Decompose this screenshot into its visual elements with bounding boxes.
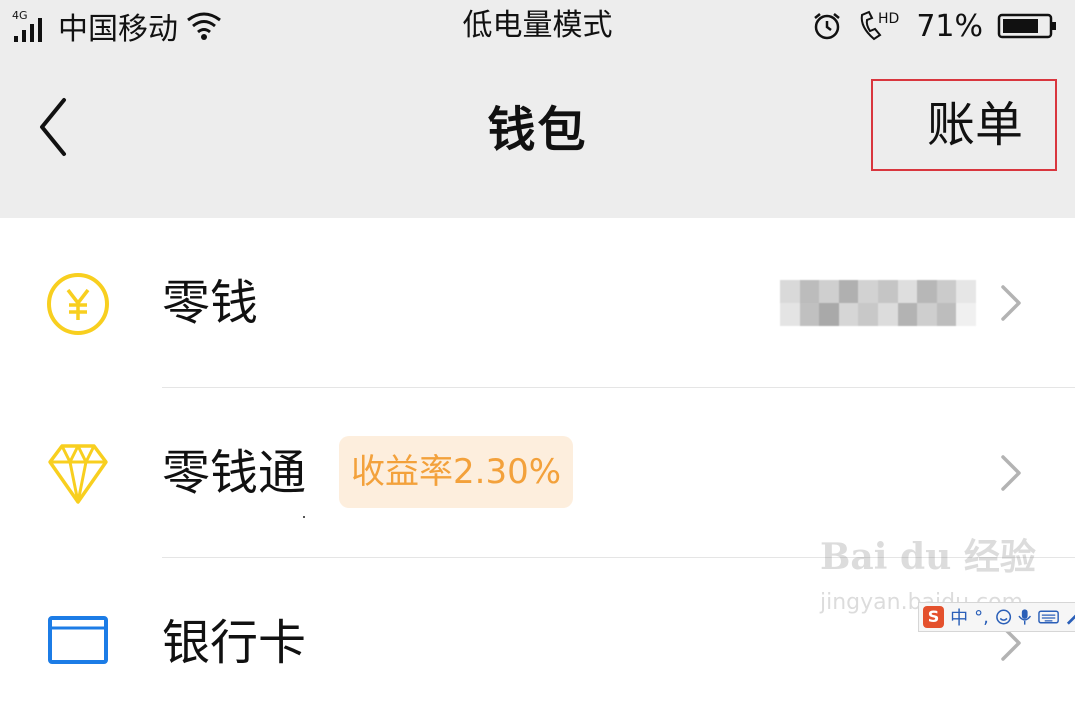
list-item-change[interactable]: 零钱: [0, 218, 1075, 518]
battery-percent: 71%: [916, 8, 983, 44]
ime-toolbar[interactable]: S 中 °,: [918, 602, 1075, 632]
watermark-main: Bai du 经验: [820, 536, 1036, 578]
bank-card-icon: [48, 616, 108, 664]
list-item-label: 零钱: [162, 275, 259, 331]
nav-bar: 钱包 账单: [0, 52, 1075, 218]
sogou-logo-icon: S: [923, 606, 945, 628]
status-right: HD 71%: [812, 0, 1057, 52]
status-bar: 4G 中国移动 低电量模式 HD 71%: [0, 0, 1075, 52]
baidu-watermark: Bai du 经验 jingyan.baidu.com: [820, 528, 1036, 615]
skin-icon[interactable]: [1065, 609, 1075, 625]
bill-button[interactable]: 账单: [871, 79, 1057, 171]
microphone-icon[interactable]: [1018, 608, 1032, 626]
yield-badge: 收益率2.30%: [339, 436, 574, 508]
list-item-bank-card[interactable]: 银行卡: [0, 558, 1075, 728]
ime-punct[interactable]: °,: [974, 607, 989, 628]
yuan-coin-icon: [47, 273, 109, 335]
chevron-right-icon: [1001, 455, 1021, 491]
list-item-label: 零钱通: [162, 445, 307, 501]
ime-lang[interactable]: 中: [950, 604, 968, 630]
battery-icon: [997, 13, 1056, 39]
list-item-label: 银行卡: [162, 615, 307, 671]
emoji-icon[interactable]: [995, 608, 1012, 626]
chevron-right-icon: [1001, 285, 1021, 321]
alarm-icon: [814, 13, 841, 40]
hd-call-icon: HD: [861, 10, 900, 41]
diamond-icon: [48, 444, 108, 504]
keyboard-icon[interactable]: [1037, 609, 1059, 625]
balance-blurred-amount: [780, 280, 976, 326]
svg-text:HD: HD: [878, 11, 899, 27]
